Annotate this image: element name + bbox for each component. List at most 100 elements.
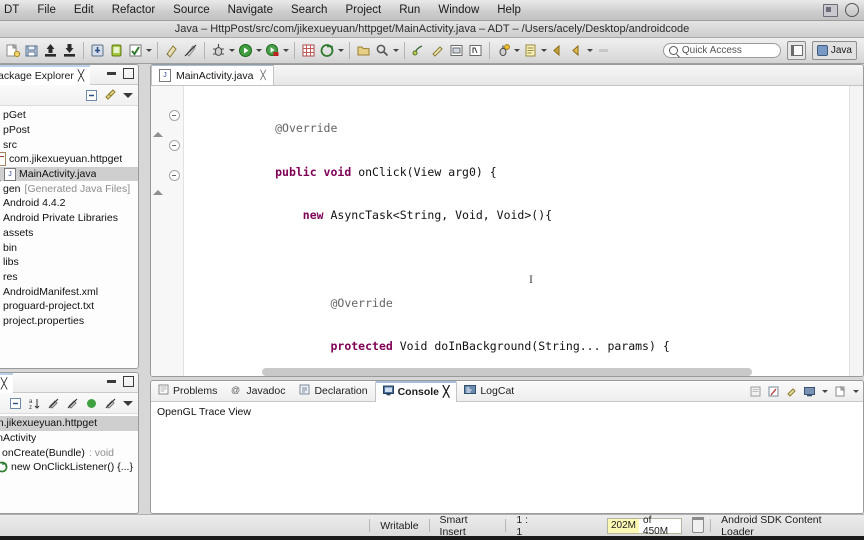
open-type-icon[interactable] <box>355 42 372 59</box>
debug-icon[interactable] <box>210 42 227 59</box>
check-dropdown-caret-icon[interactable] <box>145 42 152 59</box>
display-selected-console-icon[interactable] <box>803 385 816 398</box>
tab-console[interactable]: Console ╳ <box>374 381 458 402</box>
forward-dropdown-caret-icon[interactable] <box>586 42 593 59</box>
javadoc-icon[interactable] <box>410 42 427 59</box>
editor-gutter[interactable] <box>151 86 184 376</box>
editor-code-area[interactable]: @Override public void onClick(View arg0)… <box>184 86 863 376</box>
trash-icon[interactable] <box>692 516 705 533</box>
android-sdk-manager-icon[interactable] <box>89 42 106 59</box>
tree-item-androidmanifest-xml[interactable]: AndroidManifest.xml <box>0 284 138 299</box>
maximize-icon[interactable] <box>123 376 134 387</box>
debug-last-dropdown-caret-icon[interactable] <box>513 42 520 59</box>
run-dropdown-caret-icon[interactable] <box>255 42 262 59</box>
external-tools-dropdown-caret-icon[interactable] <box>282 42 289 59</box>
perspective-tab-java[interactable]: Java <box>811 41 857 60</box>
minimize-icon[interactable] <box>107 380 116 383</box>
outline-item-anonymous-listener[interactable]: new OnClickListener() {...} <box>0 460 138 475</box>
tree-item-mainactivity-java[interactable]: J MainActivity.java <box>0 166 138 185</box>
tree-item-httpget-project[interactable]: pGet <box>0 108 138 123</box>
public-members-icon[interactable] <box>85 397 98 410</box>
outline-item-class[interactable]: ainActivity <box>0 431 138 446</box>
tab-declaration[interactable]: Declaration <box>292 382 374 401</box>
check-icon[interactable] <box>127 42 144 59</box>
tree-item-android-platform[interactable]: Android 4.4.2 <box>0 196 138 211</box>
lint-disable-icon[interactable] <box>182 42 199 59</box>
tree-item-libs[interactable]: libs <box>0 255 138 270</box>
debug-dropdown-caret-icon[interactable] <box>228 42 235 59</box>
tab-package-explorer[interactable]: Package Explorer ╳ <box>0 65 91 85</box>
next-annotation-icon[interactable] <box>467 42 484 59</box>
export-icon[interactable] <box>42 42 59 59</box>
tree-item-project-properties[interactable]: project.properties <box>0 314 138 329</box>
hide-local-types-icon[interactable] <box>104 397 117 410</box>
save-icon[interactable] <box>23 42 40 59</box>
new-java-class-icon[interactable] <box>319 42 336 59</box>
open-perspective-button[interactable] <box>786 41 806 60</box>
tree-item-res[interactable]: res <box>0 270 138 285</box>
tree-item-android-private-libraries[interactable]: Android Private Libraries <box>0 211 138 226</box>
new-class-dropdown-caret-icon[interactable] <box>337 42 344 59</box>
hide-static-icon[interactable] <box>66 397 79 410</box>
outline-item-oncreate-method[interactable]: onCreate(Bundle) : void <box>0 445 138 460</box>
link-with-editor-icon[interactable] <box>104 88 117 102</box>
tab-javadoc[interactable]: @ Javadoc <box>224 382 292 401</box>
run-external-tools-icon[interactable] <box>264 42 281 59</box>
tree-item-httppost-project[interactable]: pPost <box>0 123 138 138</box>
previous-annotation-icon[interactable] <box>448 42 465 59</box>
maximize-icon[interactable] <box>123 68 134 79</box>
clear-console-icon[interactable] <box>749 385 762 398</box>
tab-outline[interactable]: e ╳ <box>0 373 14 393</box>
tab-problems[interactable]: Problems <box>151 382 224 401</box>
close-icon[interactable]: ╳ <box>78 70 84 82</box>
collapse-all-icon[interactable] <box>85 89 98 102</box>
scrollbar-thumb[interactable] <box>262 368 752 376</box>
clock-icon[interactable] <box>845 3 859 17</box>
close-icon[interactable]: ╳ <box>443 386 449 398</box>
menu-item-adt[interactable]: DT <box>0 0 28 20</box>
package-explorer-tree[interactable]: pGet pPost src com.jikexueyuan.httpget J… <box>0 106 138 328</box>
open-console-icon[interactable] <box>834 385 847 398</box>
pin-console-icon[interactable] <box>785 385 798 398</box>
menu-item-window[interactable]: Window <box>429 0 488 20</box>
history-dropdown-caret-icon[interactable] <box>540 42 547 59</box>
fold-collapse-icon[interactable] <box>169 170 180 181</box>
tab-mainactivity-java[interactable]: J MainActivity.java ╳ <box>151 65 274 85</box>
tree-item-package[interactable]: com.jikexueyuan.httpget <box>0 152 138 167</box>
search-icon[interactable] <box>374 42 391 59</box>
collapse-all-icon[interactable] <box>9 397 22 410</box>
run-icon[interactable] <box>237 42 254 59</box>
editor-overview-ruler[interactable] <box>849 86 863 376</box>
menu-item-navigate[interactable]: Navigate <box>219 0 282 20</box>
view-menu-icon[interactable] <box>123 400 133 406</box>
close-icon[interactable]: ╳ <box>260 70 265 81</box>
scroll-lock-icon[interactable] <box>767 385 780 398</box>
fold-collapse-icon[interactable] <box>169 110 180 121</box>
editor-horizontal-scrollbar[interactable] <box>217 368 863 376</box>
tree-item-gen[interactable]: gen [Generated Java Files] <box>0 181 138 196</box>
view-menu-icon[interactable] <box>123 92 133 98</box>
menu-item-edit[interactable]: Edit <box>65 0 103 20</box>
tree-item-proguard-project-txt[interactable]: proguard-project.txt <box>0 299 138 314</box>
new-wizard-icon[interactable] <box>4 42 21 59</box>
tree-item-bin[interactable]: bin <box>0 240 138 255</box>
menu-item-search[interactable]: Search <box>282 0 336 20</box>
close-icon[interactable]: ╳ <box>1 378 7 390</box>
chevron-down-icon[interactable] <box>821 383 828 400</box>
outline-item-package[interactable]: om.jikexueyuan.httpget <box>0 416 138 431</box>
menu-item-source[interactable]: Source <box>164 0 218 20</box>
search-dropdown-caret-icon[interactable] <box>392 42 399 59</box>
debug-last-launched-icon[interactable] <box>495 42 512 59</box>
menu-item-file[interactable]: File <box>28 0 65 20</box>
tab-logcat[interactable]: LogCat <box>457 382 521 401</box>
sort-icon[interactable]: az <box>28 397 41 411</box>
screen-recorder-icon[interactable] <box>823 3 838 17</box>
open-perspective-history-icon[interactable] <box>522 42 539 59</box>
menu-item-run[interactable]: Run <box>390 0 429 20</box>
quick-access-input[interactable]: Quick Access <box>662 43 781 58</box>
menu-item-refactor[interactable]: Refactor <box>103 0 164 20</box>
menu-item-help[interactable]: Help <box>488 0 530 20</box>
hide-fields-icon[interactable] <box>47 397 60 410</box>
console-output[interactable]: OpenGL Trace View <box>151 402 863 513</box>
lint-icon[interactable] <box>163 42 180 59</box>
